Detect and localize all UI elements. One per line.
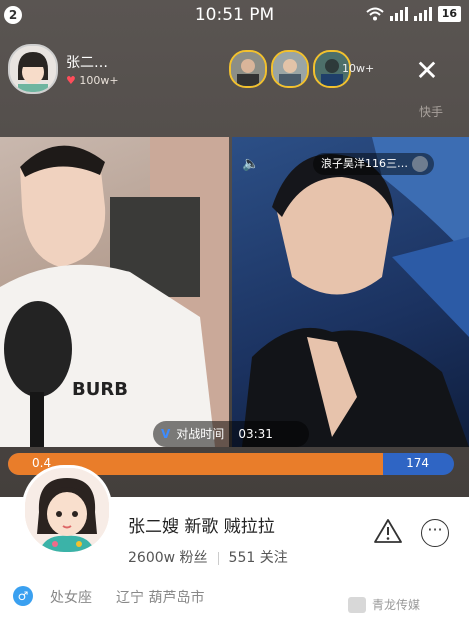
status-bar: 2 10:51 PM 16 — [0, 0, 469, 30]
location: 辽宁 葫芦岛市 — [116, 590, 205, 606]
following-count[interactable]: 551 关注 — [229, 550, 288, 566]
host-avatar[interactable] — [8, 44, 58, 94]
host-likes: ♥ 100w+ — [66, 74, 119, 87]
host-name: 张二… — [66, 54, 108, 71]
watermark-icon — [348, 596, 366, 613]
watermark: 青龙传媒 — [348, 596, 420, 613]
close-button[interactable]: ✕ — [412, 57, 442, 88]
battery-icon: 16 — [437, 6, 461, 22]
constellation: 处女座 — [50, 590, 92, 606]
profile-stats: 2600w 粉丝 551 关注 — [128, 547, 288, 567]
signal-icon-2 — [413, 7, 432, 21]
host-likes-count: 100w+ — [79, 73, 119, 87]
close-icon: ✕ — [415, 54, 439, 87]
stats-divider — [217, 551, 219, 565]
timer-label: 对战时间 — [176, 427, 225, 441]
opponent-tag[interactable]: 浪子昊洋116三… — [313, 153, 434, 175]
more-icon[interactable]: ··· — [421, 519, 449, 547]
wifi-icon — [366, 7, 384, 21]
timer-value: 03:31 — [238, 427, 273, 441]
viewer-count: 10w+ — [342, 62, 375, 75]
male-icon: ♂ — [13, 586, 33, 606]
opponent-avatar — [412, 156, 428, 172]
viewer-avatar[interactable] — [271, 50, 309, 88]
svg-text:BURB: BURB — [72, 379, 128, 400]
score-right: 174 — [406, 456, 429, 470]
profile-avatar[interactable] — [22, 465, 112, 555]
pk-left-video: BURB — [0, 137, 229, 447]
quick-label: 快手 — [419, 105, 444, 119]
pk-right-video — [232, 137, 469, 447]
pk-timer: V 对战时间 03:31 — [153, 421, 309, 447]
host-info[interactable]: 张二… ♥ 100w+ — [8, 44, 119, 94]
signal-icon — [389, 7, 408, 21]
pk-icon: V — [161, 427, 171, 441]
speaker-icon[interactable]: 🔈 — [242, 156, 259, 172]
opponent-name: 浪子昊洋116三… — [321, 157, 408, 170]
heart-icon: ♥ — [66, 73, 76, 87]
viewer-avatar[interactable] — [229, 50, 267, 88]
fans-count[interactable]: 2600w 粉丝 — [128, 550, 208, 566]
report-icon[interactable] — [373, 518, 403, 544]
watermark-text: 青龙传媒 — [372, 598, 421, 612]
profile-name: 张二嫂 新歌 贼拉拉 — [128, 517, 275, 537]
viewer-avatars[interactable] — [229, 50, 355, 88]
